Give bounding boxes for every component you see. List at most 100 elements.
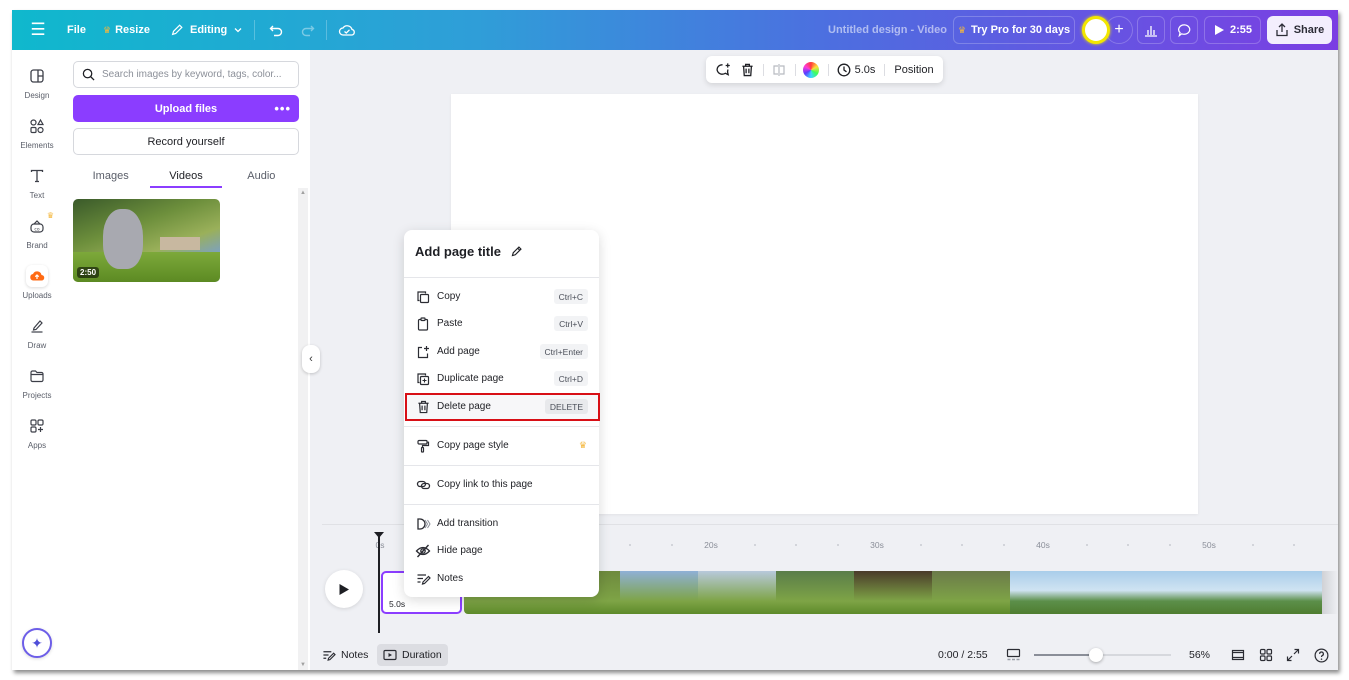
- help-button[interactable]: [1312, 646, 1330, 664]
- upload-files-button[interactable]: Upload files •••: [73, 95, 299, 122]
- scroll-down-arrow-icon[interactable]: ▼: [300, 662, 306, 668]
- menu-item-label: Add transition: [437, 518, 499, 529]
- top-bar: ☰ File ♛ Resize Editing Untitled design -…: [12, 10, 1338, 50]
- filmstrip-frame: [854, 571, 932, 614]
- sparkle-icon: ✦: [31, 634, 43, 651]
- resize-button[interactable]: ♛ Resize: [103, 10, 150, 50]
- menu-item-label: Copy: [437, 291, 461, 302]
- delete-page-toolbar-button[interactable]: [736, 56, 758, 83]
- add-comment-button[interactable]: [712, 56, 734, 83]
- search-input[interactable]: [102, 69, 292, 80]
- timeline-play-button[interactable]: [325, 570, 363, 608]
- crown-icon: ♛: [578, 440, 587, 450]
- tick-mark: [1127, 544, 1129, 546]
- rail-item-text[interactable]: Text: [12, 165, 62, 200]
- rail-item-elements[interactable]: Elements: [12, 115, 62, 150]
- panel-scrollbar[interactable]: ▲ ▼: [298, 188, 308, 670]
- search-box[interactable]: [73, 61, 299, 88]
- editing-mode-dropdown[interactable]: Editing: [170, 10, 243, 50]
- page-duration-button[interactable]: 5.0s: [835, 56, 877, 83]
- menu-button[interactable]: ☰: [26, 10, 50, 50]
- chevron-left-icon: ‹: [309, 353, 313, 365]
- menu-item-copy-page-style[interactable]: Copy page style ♛: [404, 432, 599, 459]
- design-title[interactable]: Untitled design - Video: [828, 10, 947, 50]
- notes-button[interactable]: Notes: [320, 644, 370, 666]
- try-pro-button[interactable]: ♛ Try Pro for 30 days: [953, 16, 1075, 44]
- magic-assistant-button[interactable]: ✦: [22, 628, 52, 658]
- plus-icon: +: [1114, 21, 1124, 38]
- menu-item-add-page[interactable]: Add page Ctrl+Enter: [404, 338, 599, 365]
- timeline-view-button[interactable]: [1004, 646, 1022, 664]
- position-button[interactable]: Position: [892, 56, 936, 83]
- crown-icon: ♛: [103, 24, 112, 35]
- divider: [326, 20, 327, 40]
- divider: [404, 426, 599, 427]
- zoom-slider[interactable]: [1034, 648, 1171, 662]
- rail-label: Brand: [26, 241, 48, 250]
- menu-item-label: Copy link to this page: [437, 479, 533, 490]
- undo-button[interactable]: [266, 10, 286, 50]
- play-duration: 2:55: [1229, 24, 1253, 36]
- flip-button[interactable]: [768, 56, 790, 83]
- page-title-editor[interactable]: Add page title: [415, 244, 523, 259]
- grid-view-icon: [1259, 648, 1273, 662]
- divider: [763, 64, 764, 76]
- present-play-button[interactable]: 2:55: [1204, 16, 1261, 44]
- fullscreen-button[interactable]: [1284, 646, 1302, 664]
- divider: [254, 20, 255, 40]
- menu-item-hide-page[interactable]: Hide page: [404, 537, 599, 564]
- collapse-panel-button[interactable]: ‹: [302, 345, 320, 373]
- rail-item-brand[interactable]: co ♛ Brand: [12, 211, 62, 250]
- left-nav-rail: Design Elements Text co ♛ Brand Uploads D…: [12, 50, 62, 670]
- grid-view-button[interactable]: [1257, 646, 1275, 664]
- zoom-slider-handle[interactable]: [1088, 648, 1103, 662]
- filmstrip-frame: [1166, 571, 1244, 614]
- comments-button[interactable]: [1170, 16, 1198, 44]
- page-view-button[interactable]: [1229, 646, 1247, 664]
- menu-item-label: Delete page: [437, 401, 491, 412]
- tick-mark: [1085, 544, 1088, 546]
- undo-icon: [269, 25, 283, 37]
- duplicate-page-icon: [415, 371, 431, 387]
- link-icon: [415, 477, 431, 493]
- scroll-up-arrow-icon[interactable]: ▲: [300, 190, 306, 196]
- background-color-button[interactable]: [800, 56, 822, 83]
- folder-icon: [26, 365, 48, 387]
- menu-item-paste[interactable]: Paste Ctrl+V: [404, 310, 599, 337]
- file-menu[interactable]: File: [67, 10, 86, 50]
- duration-button[interactable]: Duration: [377, 644, 448, 666]
- menu-item-add-transition[interactable]: Add transition: [404, 510, 599, 537]
- uploads-panel: Upload files ••• Record yourself Images …: [62, 50, 310, 670]
- rail-item-projects[interactable]: Projects: [12, 365, 62, 400]
- share-button[interactable]: Share: [1267, 16, 1332, 44]
- uploaded-video-thumbnail[interactable]: 2:50: [73, 199, 220, 282]
- tab-images[interactable]: Images: [73, 163, 148, 188]
- tab-videos[interactable]: Videos: [148, 163, 223, 188]
- more-options-icon[interactable]: •••: [274, 95, 291, 122]
- menu-item-copy[interactable]: Copy Ctrl+C: [404, 283, 599, 310]
- menu-item-notes[interactable]: Notes: [404, 565, 599, 592]
- rail-item-draw[interactable]: Draw: [12, 315, 62, 350]
- menu-item-copy-link[interactable]: Copy link to this page: [404, 471, 599, 498]
- upload-files-label: Upload files: [154, 102, 218, 115]
- playhead-handle[interactable]: [374, 532, 384, 538]
- playhead[interactable]: [378, 533, 380, 633]
- menu-item-duplicate-page[interactable]: Duplicate page Ctrl+D: [404, 365, 599, 392]
- avatar[interactable]: [1082, 16, 1110, 44]
- tab-audio[interactable]: Audio: [224, 163, 299, 188]
- menu-item-delete-page[interactable]: Delete page DELETE: [404, 393, 599, 420]
- copy-icon: [415, 289, 431, 305]
- redo-button[interactable]: [298, 10, 318, 50]
- insights-button[interactable]: [1137, 16, 1165, 44]
- save-status-button[interactable]: [337, 10, 357, 50]
- record-yourself-button[interactable]: Record yourself: [73, 128, 299, 155]
- tick-mark: [629, 544, 631, 546]
- rail-item-uploads[interactable]: Uploads: [12, 265, 62, 300]
- rail-item-design[interactable]: Design: [12, 65, 62, 100]
- media-tabs: Images Videos Audio: [73, 163, 299, 188]
- play-icon: [339, 583, 349, 595]
- rail-item-apps[interactable]: Apps: [12, 415, 62, 450]
- zoom-percentage[interactable]: 56%: [1189, 644, 1210, 666]
- playback-time: 0:00 / 2:55: [938, 649, 988, 661]
- bar-chart-icon: [1145, 26, 1157, 37]
